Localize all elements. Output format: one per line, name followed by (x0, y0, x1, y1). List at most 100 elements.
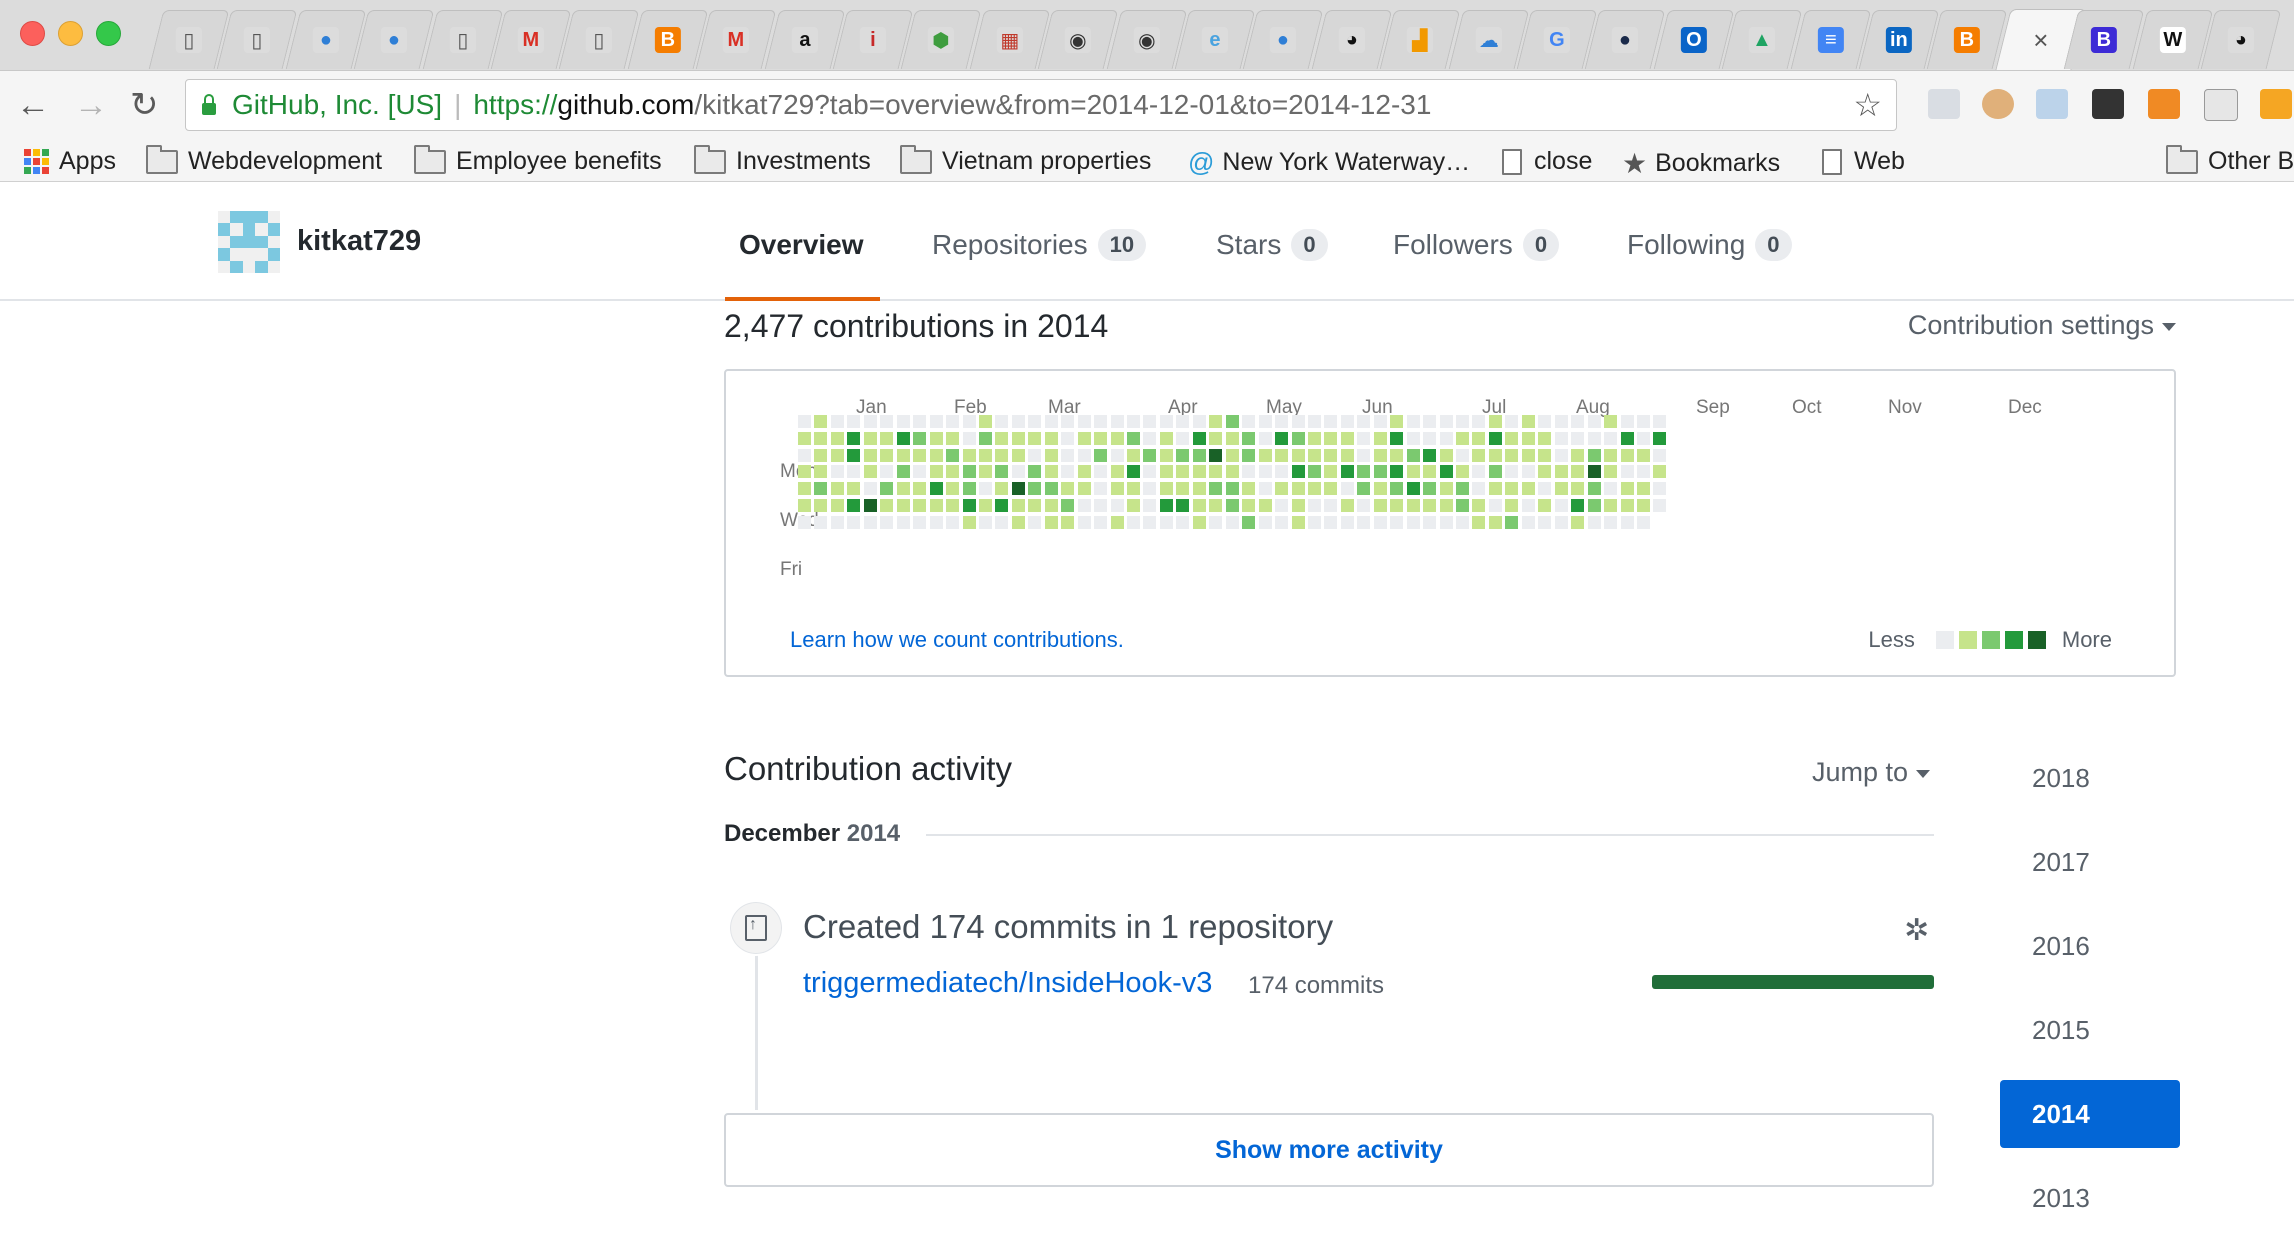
contribution-day[interactable] (913, 448, 927, 462)
contribution-day[interactable] (798, 515, 811, 529)
contribution-day[interactable] (1456, 431, 1469, 445)
contribution-day[interactable] (830, 482, 844, 496)
contribution-day[interactable] (1258, 499, 1272, 512)
contribution-day[interactable] (913, 499, 927, 512)
contribution-day[interactable] (1406, 499, 1420, 512)
contribution-day[interactable] (1307, 415, 1321, 428)
contribution-day[interactable] (1011, 515, 1025, 529)
contribution-day[interactable] (1275, 499, 1289, 512)
contribution-day[interactable] (1604, 499, 1618, 512)
contribution-day[interactable] (946, 499, 960, 512)
browser-tab[interactable]: ▯ (217, 10, 298, 69)
contribution-day[interactable] (1291, 482, 1305, 496)
contribution-day[interactable] (1554, 482, 1568, 496)
contribution-day[interactable] (1192, 465, 1206, 479)
contribution-day[interactable] (1044, 431, 1058, 445)
contribution-day[interactable] (962, 431, 976, 445)
contribution-day[interactable] (1110, 415, 1124, 428)
browser-tab[interactable]: e (1174, 10, 1256, 69)
fold-icon[interactable]: ✲ (1904, 913, 1929, 948)
contribution-day[interactable] (1636, 431, 1650, 445)
browser-tab[interactable]: ▟ (1379, 10, 1461, 69)
contribution-day[interactable] (1159, 515, 1173, 529)
contribution-day[interactable] (1357, 499, 1371, 512)
show-more-activity-button[interactable]: Show more activity (724, 1113, 1934, 1187)
contribution-day[interactable] (798, 482, 811, 496)
contribution-day[interactable] (962, 415, 976, 428)
contribution-day[interactable] (1620, 448, 1634, 462)
contribution-day[interactable] (1077, 499, 1091, 512)
contribution-day[interactable] (1423, 415, 1437, 428)
contribution-day[interactable] (1176, 515, 1190, 529)
contribution-day[interactable] (863, 515, 877, 529)
contribution-day[interactable] (1324, 499, 1338, 512)
contribution-day[interactable] (1044, 515, 1058, 529)
chart-extension-icon[interactable] (2148, 89, 2180, 119)
contribution-day[interactable] (1554, 431, 1568, 445)
contribution-day[interactable] (1390, 448, 1404, 462)
contribution-day[interactable] (1176, 465, 1190, 479)
contribution-day[interactable] (913, 431, 927, 445)
contribution-day[interactable] (1225, 482, 1239, 496)
contribution-day[interactable] (1307, 465, 1321, 479)
contribution-day[interactable] (1373, 431, 1387, 445)
browser-tab[interactable]: B (1927, 10, 2008, 69)
contribution-day[interactable] (1406, 448, 1420, 462)
contribution-day[interactable] (1192, 448, 1206, 462)
browser-tab[interactable]: a (764, 10, 845, 69)
bookmark-new-york-waterway[interactable]: @ New York Waterway… (1188, 147, 1470, 178)
contribution-day[interactable] (1077, 415, 1091, 428)
contribution-day[interactable] (1357, 431, 1371, 445)
contribution-day[interactable] (1159, 482, 1173, 496)
contribution-day[interactable] (978, 465, 992, 479)
contribution-day[interactable] (1554, 499, 1568, 512)
contribution-day[interactable] (1291, 515, 1305, 529)
contribution-day[interactable] (1357, 415, 1371, 428)
contribution-day[interactable] (1275, 515, 1289, 529)
contribution-day[interactable] (1143, 482, 1157, 496)
contribution-day[interactable] (1488, 482, 1502, 496)
contribution-day[interactable] (1340, 448, 1354, 462)
contribution-day[interactable] (929, 415, 943, 428)
contribution-day[interactable] (929, 499, 943, 512)
contribution-day[interactable] (1439, 515, 1453, 529)
contribution-day[interactable] (978, 515, 992, 529)
contribution-day[interactable] (1044, 465, 1058, 479)
contribution-day[interactable] (978, 499, 992, 512)
contribution-day[interactable] (1340, 465, 1354, 479)
contribution-day[interactable] (1357, 448, 1371, 462)
browser-tab[interactable]: ≡ (1790, 10, 1871, 69)
contribution-day[interactable] (1439, 465, 1453, 479)
contribution-day[interactable] (1110, 482, 1124, 496)
contribution-day[interactable] (946, 415, 960, 428)
contribution-day[interactable] (1439, 499, 1453, 512)
contribution-day[interactable] (978, 448, 992, 462)
contribution-day[interactable] (1324, 465, 1338, 479)
contribution-day[interactable] (1127, 448, 1140, 462)
contribution-day[interactable] (1521, 515, 1535, 529)
contribution-day[interactable] (1242, 482, 1256, 496)
contribution-day[interactable] (1521, 465, 1535, 479)
contribution-day[interactable] (1538, 448, 1552, 462)
contribution-day[interactable] (1636, 415, 1650, 428)
cookie-extension-icon[interactable] (1982, 89, 2014, 119)
contribution-day[interactable] (1620, 499, 1634, 512)
contribution-day[interactable] (880, 499, 894, 512)
contribution-day[interactable] (1472, 515, 1486, 529)
contribution-day[interactable] (1307, 482, 1321, 496)
contribution-day[interactable] (830, 465, 844, 479)
contribution-day[interactable] (1011, 482, 1025, 496)
contribution-day[interactable] (1604, 448, 1618, 462)
contribution-day[interactable] (1604, 465, 1618, 479)
contribution-day[interactable] (1275, 465, 1289, 479)
browser-tab[interactable]: M (695, 10, 777, 69)
contribution-day[interactable] (847, 415, 861, 428)
contribution-day[interactable] (896, 415, 910, 428)
contribution-day[interactable] (1538, 482, 1552, 496)
contribution-day[interactable] (1390, 431, 1404, 445)
contribution-day[interactable] (1636, 448, 1650, 462)
bookmark-close[interactable]: close (1502, 147, 1592, 176)
contribution-day[interactable] (1620, 465, 1634, 479)
contribution-day[interactable] (929, 515, 943, 529)
contribution-settings-dropdown[interactable]: Contribution settings (1908, 310, 2176, 341)
